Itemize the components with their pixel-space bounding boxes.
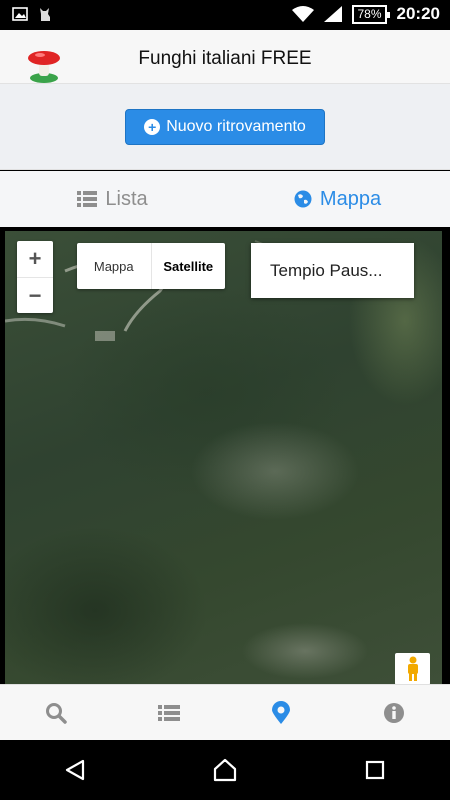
pegman-icon xyxy=(407,656,418,681)
map-type-mappa[interactable]: Mappa xyxy=(77,243,151,289)
signal-icon xyxy=(324,6,343,22)
search-icon xyxy=(46,702,67,724)
place-label[interactable]: Tempio Paus... xyxy=(251,243,414,298)
map-view[interactable]: + − Mappa Satellite Tempio Paus... xyxy=(5,231,442,684)
view-tabs: Lista Mappa xyxy=(0,171,450,227)
nav-map[interactable] xyxy=(225,685,338,740)
zoom-out-button[interactable]: − xyxy=(17,277,53,313)
nav-search[interactable] xyxy=(0,685,113,740)
image-icon xyxy=(12,7,28,21)
cat-icon xyxy=(40,8,50,21)
list-icon xyxy=(77,191,98,207)
back-triangle-icon xyxy=(65,759,85,781)
bottom-navigation xyxy=(0,684,450,740)
zoom-control: + − xyxy=(17,241,53,313)
battery-indicator: 78% xyxy=(352,4,390,24)
globe-icon xyxy=(294,190,312,208)
home-button[interactable] xyxy=(205,750,245,790)
tab-mappa[interactable]: Mappa xyxy=(225,171,450,227)
new-finding-button[interactable]: + Nuovo ritrovamento xyxy=(125,109,325,145)
wifi-icon xyxy=(292,6,315,22)
back-button[interactable] xyxy=(55,750,95,790)
system-navigation-bar xyxy=(0,740,450,800)
clock: 20:20 xyxy=(396,4,440,23)
map-type-control: Mappa Satellite xyxy=(77,243,225,289)
recents-button[interactable] xyxy=(355,750,395,790)
tab-lista[interactable]: Lista xyxy=(0,171,225,227)
zoom-in-button[interactable]: + xyxy=(17,241,53,277)
action-strip: + Nuovo ritrovamento xyxy=(0,84,450,170)
recents-square-icon xyxy=(365,760,385,780)
status-bar: 78% 20:20 xyxy=(0,0,450,30)
map-type-satellite[interactable]: Satellite xyxy=(150,243,226,289)
tab-mappa-label: Mappa xyxy=(319,187,382,210)
nav-info[interactable] xyxy=(338,685,450,740)
app-bar: Funghi italiani FREE xyxy=(0,30,450,84)
home-icon xyxy=(213,758,237,782)
nav-list[interactable] xyxy=(113,685,226,740)
location-pin-icon xyxy=(272,700,291,724)
list-icon xyxy=(157,704,180,721)
street-view-pegman[interactable] xyxy=(395,653,430,684)
app-title: Funghi italiani FREE xyxy=(138,48,312,69)
info-icon xyxy=(383,702,404,723)
plus-circle-icon: + xyxy=(144,119,161,135)
tab-lista-label: Lista xyxy=(105,187,148,210)
new-finding-label: Nuovo ritrovamento xyxy=(166,118,306,135)
